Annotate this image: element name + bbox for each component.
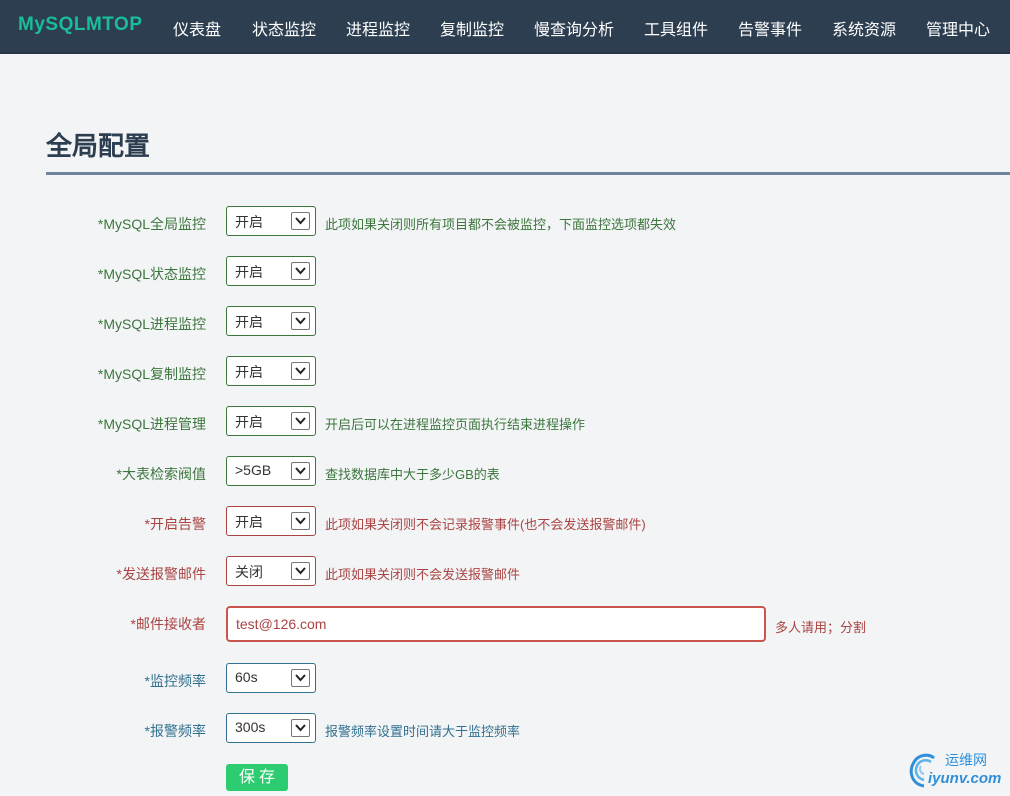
help-text: 报警频率设置时间请大于监控频率 — [325, 724, 521, 739]
nav-item-status-monitor[interactable]: 状态监控 — [252, 16, 316, 40]
help-text: 此项如果关闭则不会记录报警事件(也不会发送报警邮件) — [325, 517, 646, 532]
field-label: *发送报警邮件 — [116, 566, 206, 582]
select-value: 开启 — [235, 264, 263, 280]
field-label: *MySQL复制监控 — [97, 366, 206, 382]
help-text: 开启后可以在进程监控页面执行结束进程操作 — [325, 417, 586, 432]
mysql-replication-monitor-select[interactable]: 开启 — [226, 356, 316, 386]
select-value: 60s — [235, 669, 258, 685]
field-label: *开启告警 — [144, 516, 206, 532]
top-navbar: MySQLMTOP 仪表盘 状态监控 进程监控 复制监控 慢查询分析 工具组件 … — [0, 0, 1010, 54]
mysql-status-monitor-select[interactable]: 开启 — [226, 256, 316, 286]
field-label: *大表检索阀值 — [116, 466, 206, 482]
watermark-name: 运维网 — [945, 752, 987, 768]
select-value: 开启 — [235, 364, 263, 380]
nav-item-tools[interactable]: 工具组件 — [644, 16, 708, 40]
field-label: *MySQL进程监控 — [97, 316, 206, 332]
watermark-url: iyunv.com — [928, 770, 1002, 787]
chevron-down-icon[interactable] — [291, 562, 310, 580]
watermark: 运维网 iyunv.com — [906, 748, 1006, 792]
nav-item-process-monitor[interactable]: 进程监控 — [346, 16, 410, 40]
field-label: *邮件接收者 — [130, 616, 206, 632]
nav-item-slow-query[interactable]: 慢查询分析 — [534, 16, 614, 40]
select-value: 关闭 — [235, 564, 263, 580]
send-alarm-mail-select[interactable]: 关闭 — [226, 556, 316, 586]
chevron-down-icon[interactable] — [291, 262, 310, 280]
big-table-threshold-select[interactable]: >5GB — [226, 456, 316, 486]
chevron-down-icon[interactable] — [291, 412, 310, 430]
field-label: *MySQL进程管理 — [97, 416, 206, 432]
page-title: 全局配置 — [46, 131, 151, 161]
help-text: 此项如果关闭则不会发送报警邮件 — [325, 567, 521, 582]
chevron-down-icon[interactable] — [291, 512, 310, 530]
chevron-down-icon[interactable] — [291, 719, 310, 737]
input-value: test@126.com — [236, 616, 327, 632]
mysql-process-monitor-select[interactable]: 开启 — [226, 306, 316, 336]
monitor-frequency-select[interactable]: 60s — [226, 663, 316, 693]
chevron-down-icon[interactable] — [291, 362, 310, 380]
enable-alarm-select[interactable]: 开启 — [226, 506, 316, 536]
title-divider — [46, 172, 1010, 175]
alarm-frequency-select[interactable]: 300s — [226, 713, 316, 743]
help-text: 此项如果关闭则所有项目都不会被监控，下面监控选项都失效 — [325, 217, 677, 232]
select-value: 开启 — [235, 514, 263, 530]
chevron-down-icon[interactable] — [291, 312, 310, 330]
brand-logo[interactable]: MySQLMTOP — [18, 14, 143, 36]
select-value: >5GB — [235, 462, 272, 478]
nav-item-admin-center[interactable]: 管理中心 — [926, 16, 990, 40]
field-label: *监控频率 — [144, 673, 206, 689]
mail-receiver-input[interactable]: test@126.com — [226, 606, 766, 642]
select-value: 开启 — [235, 314, 263, 330]
nav-item-system-resources[interactable]: 系统资源 — [832, 16, 896, 40]
select-value: 开启 — [235, 214, 263, 230]
chevron-down-icon[interactable] — [291, 462, 310, 480]
field-label: *报警频率 — [144, 723, 206, 739]
select-value: 300s — [235, 719, 266, 735]
field-label: *MySQL全局监控 — [97, 216, 206, 232]
mysql-process-management-select[interactable]: 开启 — [226, 406, 316, 436]
help-text: 多人请用；分割 — [775, 620, 867, 635]
chevron-down-icon[interactable] — [291, 212, 310, 230]
save-button[interactable]: 保存 — [226, 764, 288, 791]
chevron-down-icon[interactable] — [291, 669, 310, 687]
nav-item-alarm-events[interactable]: 告警事件 — [738, 16, 802, 40]
select-value: 开启 — [235, 414, 263, 430]
help-text: 查找数据库中大于多少GB的表 — [325, 467, 500, 482]
nav-item-dashboard[interactable]: 仪表盘 — [173, 16, 221, 40]
mysql-global-monitor-select[interactable]: 开启 — [226, 206, 316, 236]
field-label: *MySQL状态监控 — [97, 266, 206, 282]
nav-item-replication-monitor[interactable]: 复制监控 — [440, 16, 504, 40]
